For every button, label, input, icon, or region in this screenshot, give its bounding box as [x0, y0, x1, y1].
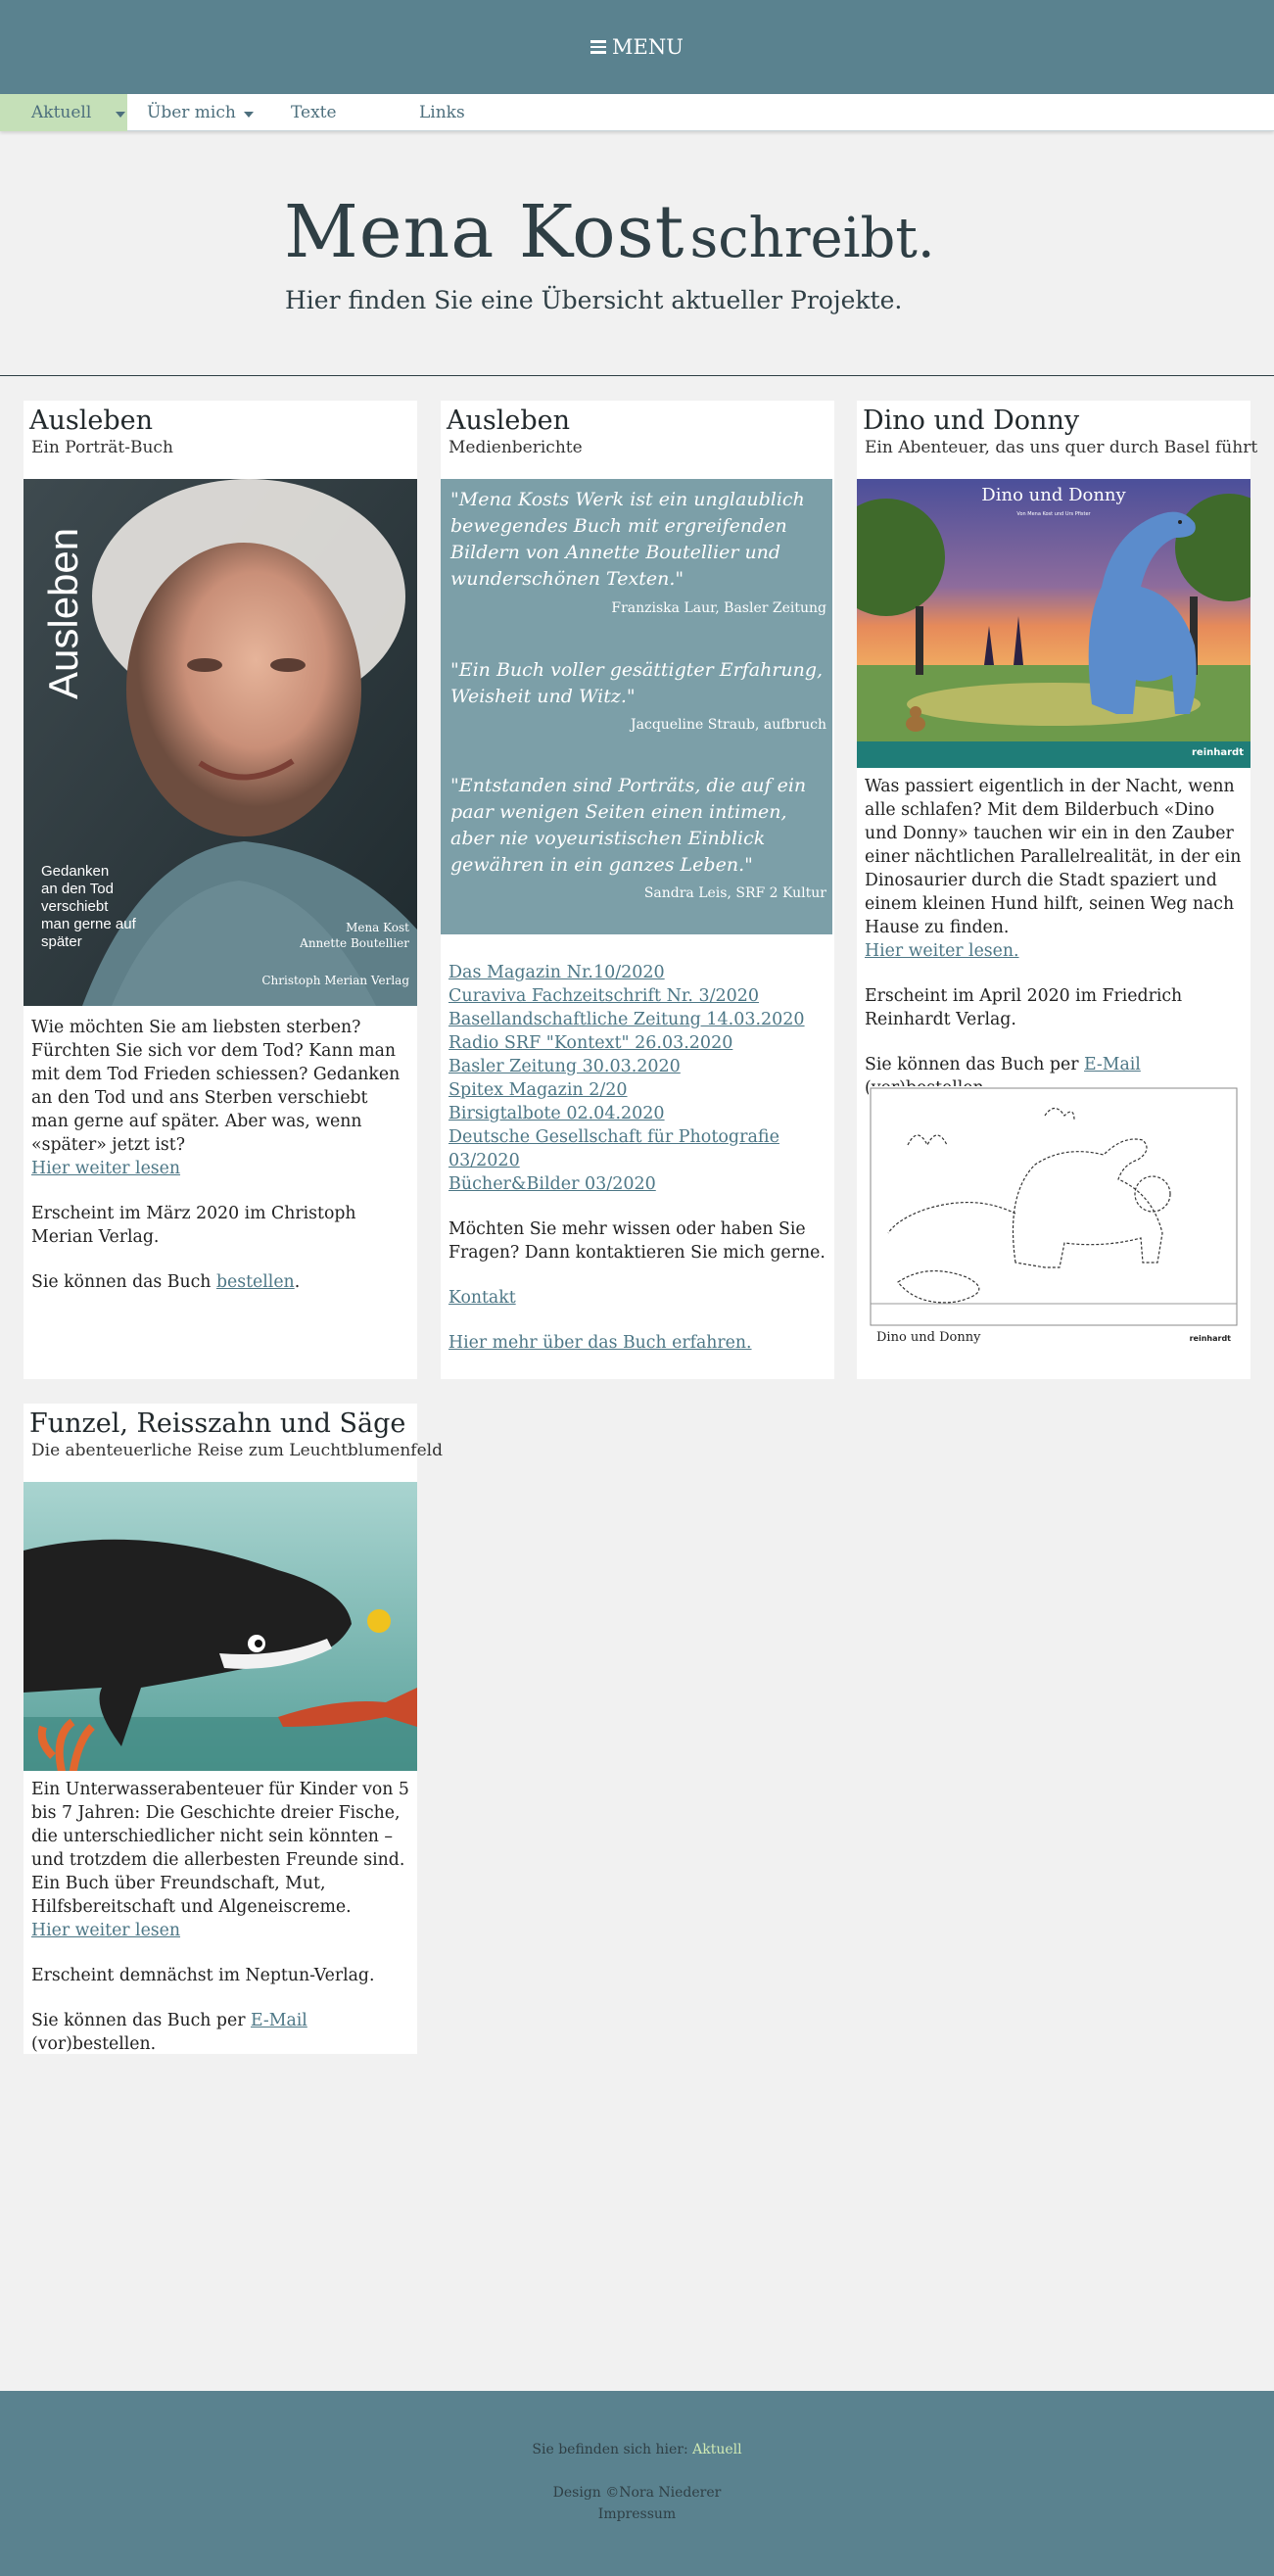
coloring-page-image[interactable]: Dino und Donny reinhardt — [869, 1086, 1239, 1349]
card-title: Ausleben — [447, 405, 571, 436]
menu-button[interactable]: MENU — [0, 0, 1274, 94]
nav-item-label: Aktuell — [31, 103, 92, 122]
release-info: Erscheint im März 2020 im Christoph Meri… — [31, 1204, 356, 1247]
chevron-down-icon[interactable] — [243, 112, 254, 118]
media-link[interactable]: Spitex Magazin 2/20 — [448, 1078, 834, 1102]
card-text: Was passiert eigentlich in der Nacht, we… — [865, 777, 1242, 937]
nav-item-texte[interactable]: Texte — [291, 94, 337, 131]
release-info: Erscheint demnächst im Neptun-Verlag. — [31, 1966, 375, 1985]
footer: Sie befinden sich hier: Aktuell Design ©… — [0, 2391, 1274, 2576]
media-link[interactable]: Curaviva Fachzeitschrift Nr. 3/2020 — [448, 984, 834, 1008]
card-text: Ein Unterwasserabenteuer für Kinder von … — [31, 1780, 409, 1917]
email-link[interactable]: E-Mail — [1084, 1055, 1141, 1074]
cover-title: Ausleben — [40, 528, 86, 699]
contact-text: Möchten Sie mehr wissen oder haben Sie F… — [448, 1219, 826, 1263]
project-card-medienberichte: Ausleben Medienberichte "Mena Kosts Werk… — [441, 401, 834, 1379]
email-link[interactable]: E-Mail — [251, 2011, 307, 2030]
order-link[interactable]: bestellen — [216, 1272, 295, 1292]
nav-item-links[interactable]: Links — [419, 94, 465, 131]
press-quote: "Entstanden sind Porträts, die auf ein p… — [450, 775, 807, 876]
order-suffix: . — [294, 1272, 301, 1292]
nav-item-label: Links — [419, 103, 465, 122]
book-cover-ausleben[interactable]: Ausleben Gedanken an den Tod verschiebt … — [24, 479, 417, 1006]
contact-link[interactable]: Kontakt — [448, 1288, 516, 1308]
cover-tagline: Gedanken — [41, 863, 109, 880]
nav-item-label: Über mich — [147, 103, 236, 122]
nav-item-aktuell[interactable]: Aktuell — [0, 94, 127, 131]
release-info: Erscheint im April 2020 im Friedrich Rei… — [865, 986, 1183, 1029]
contact-section: Möchten Sie mehr wissen oder haben Sie F… — [448, 1217, 826, 1376]
cover-title: Dino und Donny — [981, 485, 1126, 505]
read-more-link[interactable]: Hier weiter lesen — [31, 1921, 180, 1940]
card-subtitle: Medienberichte — [448, 438, 583, 457]
cover-tagline: man gerne auf — [41, 916, 137, 932]
cover-publisher: Christoph Merian Verlag — [261, 974, 409, 987]
media-link[interactable]: Birsigtalbote 02.04.2020 — [448, 1102, 834, 1125]
top-header: MENU — [0, 0, 1274, 94]
cover-author: Annette Boutellier — [299, 936, 409, 950]
cover-author: Mena Kost — [346, 921, 409, 934]
card-title: Funzel, Reisszahn und Säge — [29, 1408, 406, 1439]
book-cover-funzel[interactable] — [24, 1482, 417, 1771]
media-link[interactable]: Basler Zeitung 30.03.2020 — [448, 1055, 834, 1078]
breadcrumb-current[interactable]: Aktuell — [692, 2442, 741, 2457]
read-more-link[interactable]: Hier weiter lesen — [31, 1159, 180, 1178]
book-cover-dino-und-donny[interactable]: Dino und Donny Von Mena Kost und Urs Pfi… — [857, 479, 1250, 768]
card-title: Ausleben — [29, 405, 154, 436]
coloring-page-title: Dino und Donny — [876, 1330, 981, 1345]
card-title: Dino und Donny — [863, 405, 1080, 436]
quote-source: Franziska Laur, Basler Zeitung — [611, 600, 826, 616]
press-quote: "Ein Buch voller gesättigter Erfahrung, … — [450, 659, 824, 707]
cover-byline: Von Mena Kost und Urs Pfister — [1016, 511, 1091, 517]
page-subtitle: Hier finden Sie eine Übersicht aktueller… — [285, 286, 903, 314]
nav-item-ueber-mich[interactable]: Über mich — [147, 94, 254, 131]
menu-label: MENU — [612, 35, 684, 59]
page-title-suffix: schreibt. — [689, 207, 935, 270]
project-card-ausleben: Ausleben Ein Porträt-Buch Ausleben Gedan… — [24, 401, 417, 1379]
card-body: Was passiert eigentlich in der Nacht, we… — [865, 775, 1243, 1121]
quote-source: Jacqueline Straub, aufbruch — [631, 717, 826, 733]
project-card-dino-und-donny: Dino und Donny Ein Abenteuer, das uns qu… — [857, 401, 1257, 1379]
card-subtitle: Die abenteuerliche Reise zum Leuchtblume… — [31, 1441, 443, 1460]
main-nav: Aktuell Über mich Texte Links — [0, 94, 1274, 131]
card-body: Ein Unterwasserabenteuer für Kinder von … — [31, 1778, 409, 2077]
cover-tagline: verschiebt — [41, 898, 109, 915]
page-title-main: Mena Kost — [284, 190, 685, 274]
cover-publisher: reinhardt — [1192, 747, 1244, 758]
footer-design-credit: Design ©Nora Niederer — [552, 2485, 722, 2501]
media-link[interactable]: Das Magazin Nr.10/2020 — [448, 961, 834, 984]
card-body: Wie möchten Sie am liebsten sterben? Für… — [31, 1016, 409, 1315]
svg-text:Ausleben: Ausleben — [40, 528, 86, 699]
media-link-list: Das Magazin Nr.10/2020 Curaviva Fachzeit… — [448, 961, 834, 1196]
order-text: Sie können das Buch — [31, 1272, 212, 1292]
card-subtitle: Ein Porträt-Buch — [31, 438, 173, 457]
media-link[interactable]: Radio SRF "Kontext" 26.03.2020 — [448, 1031, 834, 1055]
read-more-link[interactable]: Hier weiter lesen. — [865, 941, 1019, 961]
book-info-link[interactable]: Hier mehr über das Buch erfahren. — [448, 1333, 752, 1353]
card-subtitle: Ein Abenteuer, das uns quer durch Basel … — [865, 438, 1258, 457]
press-quotes: "Mena Kosts Werk ist ein unglaublich bew… — [441, 479, 832, 934]
media-link[interactable]: Bücher&Bilder 03/2020 — [448, 1172, 834, 1196]
hero-section: Mena Kost schreibt. Hier finden Sie eine… — [0, 131, 1274, 376]
media-link[interactable]: Deutsche Gesellschaft für Photografie 03… — [448, 1125, 834, 1172]
order-text: Sie können das Buch per — [31, 2011, 246, 2030]
breadcrumb-prefix: Sie befinden sich hier: — [532, 2442, 688, 2457]
breadcrumb: Sie befinden sich hier: Aktuell — [0, 2442, 1274, 2457]
press-quote: "Mena Kosts Werk ist ein unglaublich bew… — [450, 489, 805, 590]
quote-source: Sandra Leis, SRF 2 Kultur — [643, 885, 826, 901]
page-title: Mena Kost schreibt. — [284, 190, 935, 274]
chevron-down-icon[interactable] — [116, 112, 126, 118]
cover-tagline: später — [41, 933, 82, 950]
order-text: Sie können das Buch per — [865, 1055, 1079, 1074]
cover-tagline: an den Tod — [41, 881, 114, 897]
nav-item-label: Texte — [291, 103, 337, 122]
project-card-funzel: Funzel, Reisszahn und Säge Die abenteuer… — [24, 1404, 443, 2054]
card-text: Wie möchten Sie am liebsten sterben? Für… — [31, 1018, 401, 1155]
order-suffix: (vor)bestellen. — [31, 2034, 157, 2054]
hamburger-icon — [590, 40, 607, 54]
footer-impressum-link[interactable]: Impressum — [0, 2506, 1274, 2522]
media-link[interactable]: Basellandschaftliche Zeitung 14.03.2020 — [448, 1008, 834, 1031]
coloring-page-publisher: reinhardt — [1190, 1334, 1232, 1343]
